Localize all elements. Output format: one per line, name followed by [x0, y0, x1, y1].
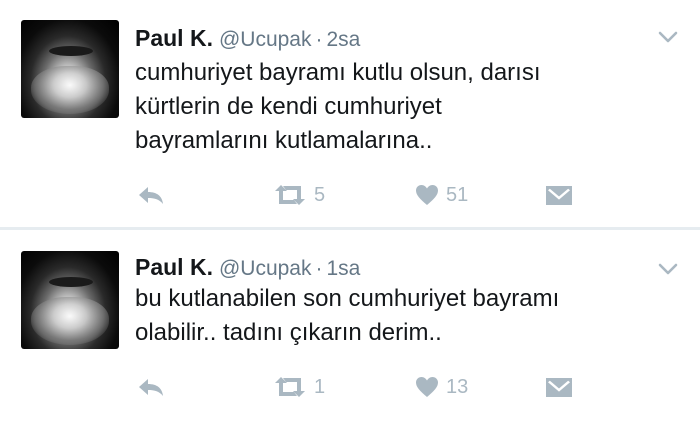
user-handle[interactable]: @Ucupak	[219, 257, 312, 280]
retweet-count: 5	[314, 183, 326, 206]
avatar-eye-shading	[49, 46, 93, 56]
tweet[interactable]: Paul K. @Ucupak · 1sa bu kutlanabilen son c…	[0, 230, 700, 428]
direct-message-button[interactable]	[544, 372, 574, 402]
tweet-header: Paul K. @Ucupak · 2sa	[135, 25, 360, 55]
avatar-eye-shading	[49, 277, 93, 287]
tweet-text-line: kürtlerin de kendi cumhuriyet	[135, 93, 442, 120]
tweet-text-line: olabilir.. tadını çıkarın derim..	[135, 319, 442, 346]
tweet-header: Paul K. @Ucupak · 1sa	[135, 254, 360, 284]
reply-button[interactable]	[136, 180, 166, 210]
retweet-icon	[275, 377, 305, 397]
like-count: 51	[446, 183, 469, 206]
direct-message-icon	[545, 186, 573, 205]
retweet-button[interactable]: 1	[272, 372, 325, 402]
like-button[interactable]: 13	[414, 372, 468, 402]
retweet-icon	[275, 185, 305, 205]
tweet-text: bu kutlanabilen son cumhuriyet bayramı o…	[135, 282, 680, 350]
tweet-actions: 1 13	[0, 372, 700, 402]
reply-button[interactable]	[136, 372, 166, 402]
tweet[interactable]: Paul K. @Ucupak · 2sa cumhuriyet bayramı ku…	[0, 0, 700, 227]
display-name[interactable]: Paul K.	[135, 25, 213, 51]
avatar[interactable]	[21, 251, 119, 349]
separator-dot: ·	[315, 257, 323, 280]
tweet-text-line: cumhuriyet bayramı kutlu olsun, darısı	[135, 59, 541, 86]
direct-message-button[interactable]	[544, 180, 574, 210]
like-count: 13	[446, 375, 469, 398]
chevron-down-icon[interactable]	[656, 257, 680, 281]
separator-dot: ·	[315, 28, 323, 51]
like-icon	[416, 185, 438, 205]
timestamp[interactable]: 2sa	[327, 28, 361, 51]
avatar-beard-shading	[31, 66, 109, 114]
tweet-text: cumhuriyet bayramı kutlu olsun, darısı k…	[135, 56, 680, 158]
reply-icon	[139, 187, 163, 204]
tweet-text-line: bayramlarını kutlamalarına..	[135, 127, 433, 154]
user-handle[interactable]: @Ucupak	[219, 28, 312, 51]
tweet-text-line: bu kutlanabilen son cumhuriyet bayramı	[135, 285, 560, 312]
avatar[interactable]	[21, 20, 119, 118]
tweet-actions: 5 51	[0, 180, 700, 210]
chevron-down-icon[interactable]	[656, 25, 680, 49]
like-icon	[416, 377, 438, 397]
timestamp[interactable]: 1sa	[327, 257, 361, 280]
avatar-beard-shading	[31, 297, 109, 345]
display-name[interactable]: Paul K.	[135, 254, 213, 280]
retweet-count: 1	[314, 375, 326, 398]
like-button[interactable]: 51	[414, 180, 468, 210]
retweet-button[interactable]: 5	[272, 180, 325, 210]
reply-icon	[139, 379, 163, 396]
direct-message-icon	[545, 378, 573, 397]
